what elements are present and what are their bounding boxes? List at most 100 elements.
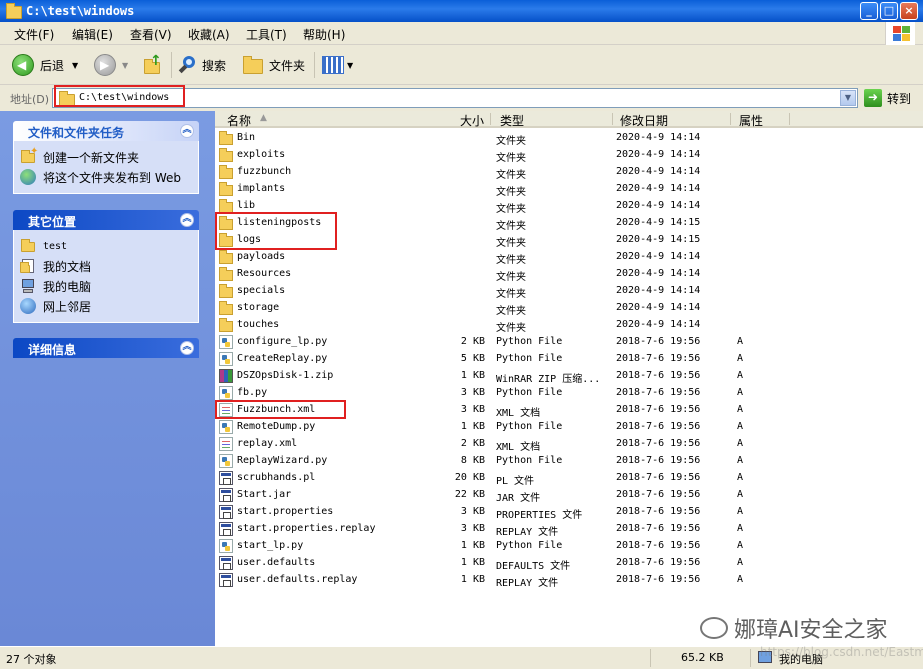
file-row[interactable]: Bin 文件夹 2020-4-9 14:14 — [215, 130, 923, 147]
file-size: 1 KB — [460, 540, 485, 551]
address-value: C:\test\windows — [79, 92, 170, 103]
column-size[interactable]: 大小 — [460, 112, 484, 128]
menu-edit[interactable]: 编辑(E) — [72, 26, 113, 43]
collapse-icon[interactable]: ︽ — [180, 213, 194, 227]
task-new-folder[interactable]: ✦ 创建一个新文件夹 — [20, 146, 198, 167]
file-row[interactable]: Resources 文件夹 2020-4-9 14:14 — [215, 266, 923, 283]
panel-header[interactable]: 文件和文件夹任务 ︽ — [13, 121, 199, 141]
menu-tools[interactable]: 工具(T) — [246, 26, 287, 43]
file-attr: A — [737, 489, 744, 500]
file-date: 2018-7-6 19:56 — [616, 557, 701, 568]
column-modified[interactable]: 修改日期 — [620, 112, 668, 128]
py-file-icon — [219, 386, 233, 400]
wechat-icon — [700, 617, 728, 639]
go-button[interactable]: ➜ 转到 — [864, 88, 911, 108]
place-my-documents[interactable]: 我的文档 — [20, 256, 198, 276]
file-type: DEFAULTS 文件 — [496, 561, 571, 572]
file-row[interactable]: start.properties 3 KB PROPERTIES 文件 2018-7-… — [215, 504, 923, 521]
file-type: JAR 文件 — [496, 493, 541, 504]
column-name[interactable]: 名称 — [227, 112, 251, 128]
maximize-button[interactable]: □ — [880, 2, 898, 20]
file-row[interactable]: lib 文件夹 2020-4-9 14:14 — [215, 198, 923, 215]
expand-icon[interactable]: ︽ — [180, 341, 194, 355]
file-type: Python File — [496, 387, 563, 398]
file-row[interactable]: ReplayWizard.py 8 KB Python File 2018-7-6 1… — [215, 453, 923, 470]
folder-icon — [219, 284, 233, 298]
address-field[interactable]: C:\test\windows ▼ — [52, 88, 858, 108]
file-row[interactable]: RemoteDump.py 1 KB Python File 2018-7-6 19:… — [215, 419, 923, 436]
menu-help[interactable]: 帮助(H) — [303, 26, 345, 43]
menu-view[interactable]: 查看(V) — [130, 26, 172, 43]
file-date: 2018-7-6 19:56 — [616, 489, 701, 500]
file-row[interactable]: scrubhands.pl 20 KB PL 文件 2018-7-6 19:56 A — [215, 470, 923, 487]
file-row[interactable]: start_lp.py 1 KB Python File 2018-7-6 19:56… — [215, 538, 923, 555]
file-name: specials — [237, 285, 286, 296]
place-my-computer[interactable]: 我的电脑 — [20, 276, 198, 296]
address-label: 地址(D) — [10, 93, 50, 106]
file-row[interactable]: logs 文件夹 2020-4-9 14:15 — [215, 232, 923, 249]
file-row[interactable]: Start.jar 22 KB JAR 文件 2018-7-6 19:56 A — [215, 487, 923, 504]
file-attr: A — [737, 370, 744, 381]
file-row[interactable]: implants 文件夹 2020-4-9 14:14 — [215, 181, 923, 198]
panel-header[interactable]: 其它位置 ︽ — [13, 210, 199, 230]
window-title: C:\test\windows — [26, 4, 135, 18]
address-dropdown-button[interactable]: ▼ — [840, 90, 856, 106]
minimize-button[interactable]: _ — [860, 2, 878, 20]
column-attributes[interactable]: 属性 — [739, 112, 763, 128]
file-row[interactable]: Fuzzbunch.xml 3 KB XML 文档 2018-7-6 19:56 A — [215, 402, 923, 419]
file-list: 名称 ▲ 大小 类型 修改日期 属性 Bin 文件夹 2020-4-9 14:14 e… — [215, 111, 923, 646]
close-button[interactable]: × — [900, 2, 918, 20]
file-date: 2020-4-9 14:15 — [616, 234, 701, 245]
file-row[interactable]: storage 文件夹 2020-4-9 14:14 — [215, 300, 923, 317]
file-name: listeningposts — [237, 217, 322, 228]
file-name: Fuzzbunch.xml — [237, 404, 316, 415]
search-button[interactable]: 搜索 — [178, 50, 226, 80]
file-row[interactable]: fb.py 3 KB Python File 2018-7-6 19:56 A — [215, 385, 923, 402]
folder-icon — [219, 250, 233, 264]
file-row[interactable]: fuzzbunch 文件夹 2020-4-9 14:14 — [215, 164, 923, 181]
file-row[interactable]: payloads 文件夹 2020-4-9 14:14 — [215, 249, 923, 266]
folder-icon — [20, 238, 36, 254]
file-row[interactable]: CreateReplay.py 5 KB Python File 2018-7-6 1… — [215, 351, 923, 368]
file-row[interactable]: user.defaults 1 KB DEFAULTS 文件 2018-7-6 19:… — [215, 555, 923, 572]
views-button[interactable]: ▼ — [322, 50, 353, 80]
file-row[interactable]: exploits 文件夹 2020-4-9 14:14 — [215, 147, 923, 164]
up-folder-button[interactable]: ↑ — [143, 50, 163, 80]
task-publish-web[interactable]: 将这个文件夹发布到 Web — [20, 167, 198, 187]
menu-file[interactable]: 文件(F) — [14, 26, 54, 43]
back-button[interactable]: ◀ 后退 ▼ — [12, 50, 78, 80]
search-icon — [178, 55, 198, 75]
file-date: 2018-7-6 19:56 — [616, 523, 701, 534]
file-row[interactable]: touches 文件夹 2020-4-9 14:14 — [215, 317, 923, 334]
file-name: Bin — [237, 132, 256, 143]
file-row[interactable]: start.properties.replay 3 KB REPLAY 文件 2018… — [215, 521, 923, 538]
file-row[interactable]: replay.xml 2 KB XML 文档 2018-7-6 19:56 A — [215, 436, 923, 453]
folders-icon — [243, 56, 263, 74]
file-row[interactable]: listeningposts 文件夹 2020-4-9 14:15 — [215, 215, 923, 232]
menu-favorites[interactable]: 收藏(A) — [188, 26, 230, 43]
file-row[interactable]: user.defaults.replay 1 KB REPLAY 文件 2018-7-… — [215, 572, 923, 589]
file-attr: A — [737, 353, 744, 364]
file-date: 2018-7-6 19:56 — [616, 455, 701, 466]
file-date: 2020-4-9 14:14 — [616, 132, 701, 143]
panel-header[interactable]: 详细信息 ︽ — [13, 338, 199, 358]
column-type[interactable]: 类型 — [500, 112, 524, 128]
file-row[interactable]: specials 文件夹 2020-4-9 14:14 — [215, 283, 923, 300]
collapse-icon[interactable]: ︽ — [180, 124, 194, 138]
chevron-down-icon: ▼ — [72, 60, 79, 70]
file-name: Resources — [237, 268, 292, 279]
file-size: 3 KB — [460, 387, 485, 398]
file-date: 2020-4-9 14:14 — [616, 251, 701, 262]
place-test[interactable]: test — [20, 236, 198, 256]
details-panel: 详细信息 ︽ — [13, 338, 199, 358]
file-row[interactable]: configure_lp.py 2 KB Python File 2018-7-6 1… — [215, 334, 923, 351]
place-network[interactable]: 网上邻居 — [20, 296, 198, 316]
file-type: Python File — [496, 336, 563, 347]
py-file-icon — [219, 539, 233, 553]
folders-button[interactable]: 文件夹 — [243, 50, 305, 80]
file-row[interactable]: DSZOpsDisk-1.zip 1 KB WinRAR ZIP 压缩... 2018… — [215, 368, 923, 385]
toolbar-separator — [171, 52, 172, 78]
my-computer-icon — [20, 278, 36, 294]
forward-button[interactable]: ▶ ▼ — [94, 50, 128, 80]
file-name: CreateReplay.py — [237, 353, 328, 364]
